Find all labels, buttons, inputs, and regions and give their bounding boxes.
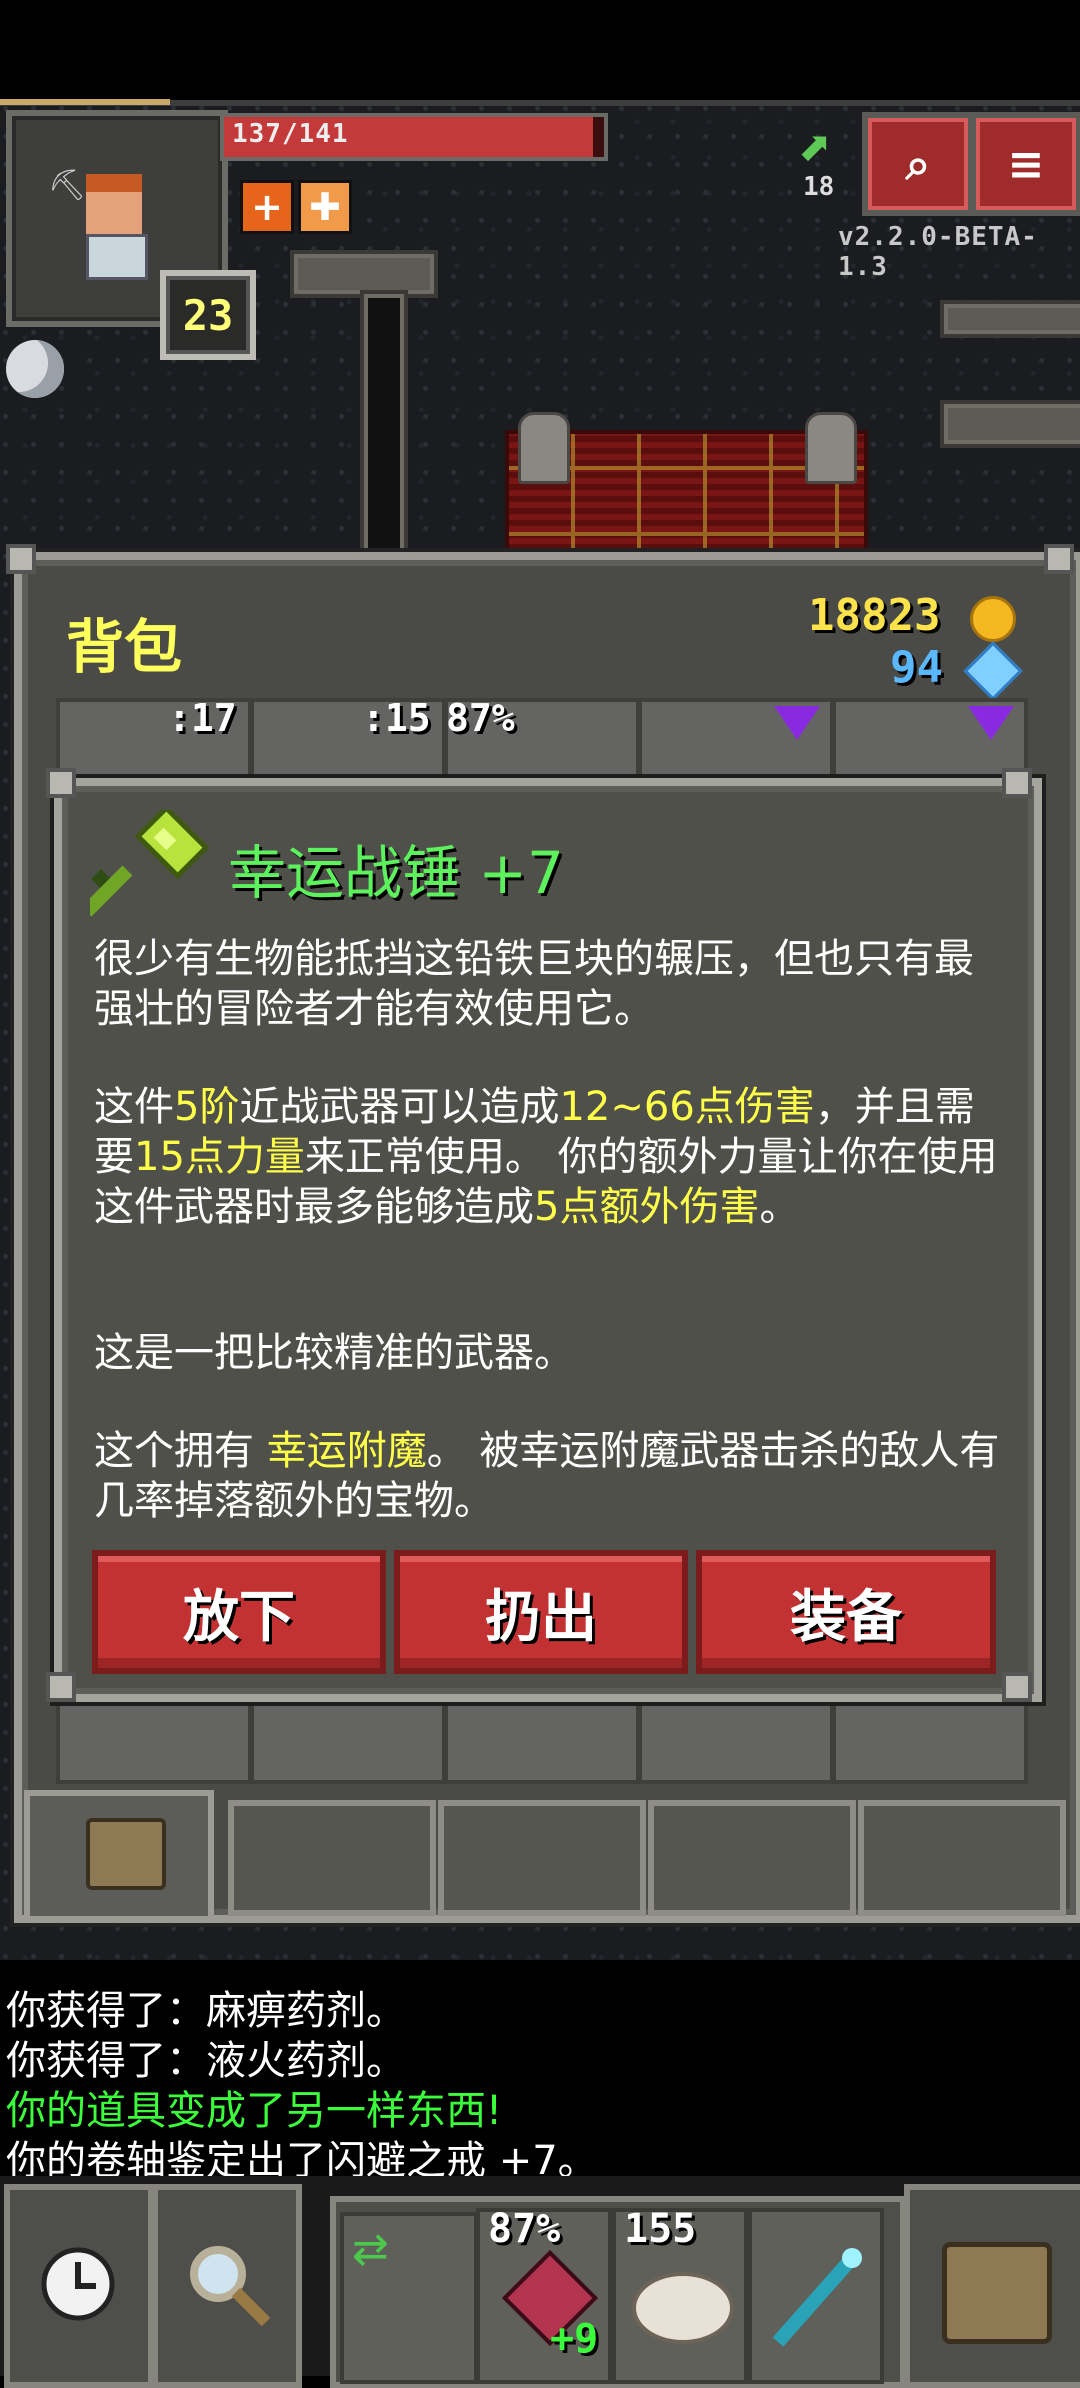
hp-bar: 137/141	[220, 113, 608, 161]
staff-icon	[772, 2248, 862, 2347]
search-button[interactable]	[152, 2184, 302, 2388]
enchant-name: 幸运附魔	[266, 1428, 427, 1474]
depth-stairs-icon: ⬈	[798, 124, 832, 170]
backpack-slot[interactable]	[56, 1700, 252, 1784]
pickaxe-icon: ⛏	[48, 168, 87, 203]
menu-icon: ≡	[1007, 138, 1045, 190]
equip-button[interactable]: 装备	[696, 1550, 996, 1674]
item-description-flavor: 很少有生物能抵挡这铅铁巨块的辗压，但也只有最强壮的冒险者才能有效使用它。	[94, 936, 974, 1032]
item-damage: 12~66点伤害	[559, 1084, 815, 1130]
statue	[805, 412, 857, 484]
magnifier-book-icon: ⌕	[905, 138, 931, 190]
item-description-stats: 这件5阶近战武器可以造成12~66点伤害，并且需要15点力量来正常使用。 你的额…	[94, 1082, 1004, 1232]
buff-icon-bless[interactable]: ✚	[298, 180, 352, 234]
warhammer-icon	[90, 810, 210, 917]
window-corner	[6, 544, 36, 574]
quickslot-1-level: +9	[550, 2316, 599, 2362]
throw-button[interactable]: 扔出	[394, 1550, 688, 1674]
backpack-slot[interactable]	[444, 1700, 640, 1784]
window-corner	[46, 1672, 76, 1702]
quickslot-2-count: 155	[624, 2206, 697, 2252]
hero-body	[86, 234, 148, 280]
tab-seed-pouch[interactable]	[228, 1800, 436, 1916]
backpack-icon	[86, 1818, 166, 1890]
wait-button[interactable]	[4, 2184, 154, 2388]
window-corner	[46, 768, 76, 798]
gold-coin-icon	[970, 596, 1016, 642]
slot-quantity: :17	[168, 696, 237, 740]
drop-button[interactable]: 放下	[92, 1550, 386, 1674]
hero-level: 23	[160, 270, 256, 360]
search-icon	[190, 2246, 271, 2327]
slot-quantity: :15	[362, 696, 431, 740]
window-corner	[1002, 768, 1032, 798]
window-corner	[1002, 1672, 1032, 1702]
desc-text: 这个拥有	[94, 1428, 267, 1474]
clock-icon	[41, 2247, 115, 2321]
tab-main-bag[interactable]	[24, 1790, 214, 1922]
menu-button[interactable]: ≡	[970, 112, 1080, 216]
hud-accent	[0, 99, 170, 105]
tab-wand-holster[interactable]	[648, 1800, 856, 1916]
quickslot-3[interactable]	[748, 2208, 884, 2384]
window-corner	[1044, 544, 1074, 574]
item-tier: 5阶	[174, 1084, 240, 1130]
backpack-button[interactable]	[904, 2184, 1080, 2388]
depth-number: 18	[803, 172, 835, 202]
slot-charge: 87%	[446, 696, 515, 740]
dungeon-wall	[940, 400, 1080, 448]
item-bonus-damage: 5点额外伤害	[534, 1184, 760, 1230]
energy-count: 94	[890, 642, 943, 693]
gold-count: 18823	[808, 590, 941, 641]
statue	[518, 412, 570, 484]
backpack-slot[interactable]	[638, 1700, 834, 1784]
buff-icon-healing[interactable]: +	[240, 180, 294, 234]
backpack-slot[interactable]	[832, 1700, 1028, 1784]
item-strength-req: 15点力量	[134, 1134, 305, 1180]
journal-button[interactable]: ⌕	[862, 112, 974, 216]
hero-head	[86, 174, 142, 240]
tab-scroll-holder[interactable]	[438, 1800, 646, 1916]
desc-text: 。	[759, 1184, 800, 1230]
backpack-icon	[942, 2242, 1052, 2344]
swap-icon: ⇄	[352, 2224, 389, 2275]
moon-icon	[6, 340, 64, 398]
item-description-accuracy: 这是一把比较精准的武器。	[94, 1330, 574, 1376]
quickslot-swap[interactable]: ⇄	[340, 2212, 478, 2384]
backpack-slot[interactable]	[250, 1700, 446, 1784]
version-label: v2.2.0-BETA-1.3	[838, 222, 1038, 282]
tab-potion-bandolier[interactable]	[858, 1800, 1066, 1916]
quickslot-1-charge: 87%	[488, 2206, 561, 2252]
backpack-title: 背包	[66, 613, 183, 681]
desc-text: 这件	[94, 1084, 174, 1130]
item-description-enchant: 这个拥有 幸运附魔。 被幸运附魔武器击杀的敌人有几率掉落额外的宝物。	[94, 1426, 1004, 1526]
item-title: 幸运战锤 +7	[228, 839, 564, 907]
hp-text: 137/141	[232, 119, 349, 149]
ration-icon	[632, 2272, 734, 2344]
dungeon-wall	[940, 300, 1080, 338]
desc-text: 近战武器可以造成	[239, 1084, 560, 1130]
